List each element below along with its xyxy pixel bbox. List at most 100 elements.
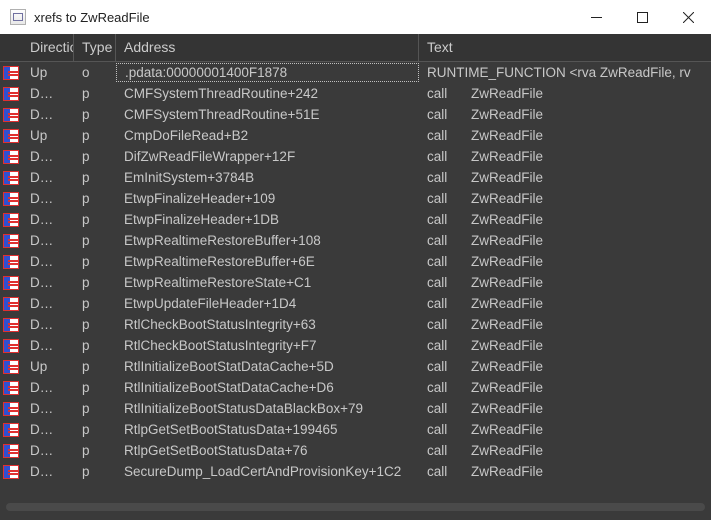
xref-row[interactable]: UppCmpDoFileRead+B2callZwReadFile [0, 125, 711, 146]
cell-text: callZwReadFile [419, 254, 711, 269]
cell-target: ZwReadFile [471, 170, 543, 185]
cell-target: ZwReadFile [471, 422, 543, 437]
cell-address: EtwpFinalizeHeader+109 [116, 191, 419, 206]
cell-direction: D… [22, 422, 74, 437]
cell-type: p [74, 338, 116, 353]
cell-text: callZwReadFile [419, 296, 711, 311]
xref-row[interactable]: D…pRtlpGetSetBootStatusData+76callZwRead… [0, 440, 711, 461]
maximize-button[interactable] [619, 0, 665, 34]
xref-row[interactable]: D…pEtwpUpdateFileHeader+1D4callZwReadFil… [0, 293, 711, 314]
cell-type: p [74, 86, 116, 101]
cell-type: p [74, 275, 116, 290]
xref-row[interactable]: D…pEtwpFinalizeHeader+109callZwReadFile [0, 188, 711, 209]
xref-row[interactable]: D…pEmInitSystem+3784BcallZwReadFile [0, 167, 711, 188]
cell-direction: Up [22, 128, 74, 143]
xref-icon [0, 104, 22, 125]
xref-row[interactable]: D…pEtwpRealtimeRestoreBuffer+108callZwRe… [0, 230, 711, 251]
cell-text: callZwReadFile [419, 149, 711, 164]
xref-row[interactable]: D…pEtwpRealtimeRestoreBuffer+6EcallZwRea… [0, 251, 711, 272]
cell-target: ZwReadFile [471, 317, 543, 332]
cell-type: p [74, 380, 116, 395]
cell-text: callZwReadFile [419, 128, 711, 143]
xref-icon [0, 377, 22, 398]
cell-text: callZwReadFile [419, 317, 711, 332]
titlebar[interactable]: xrefs to ZwReadFile [0, 0, 711, 34]
xref-row[interactable]: D…pCMFSystemThreadRoutine+51EcallZwReadF… [0, 104, 711, 125]
cell-address: RtlpGetSetBootStatusData+199465 [116, 422, 419, 437]
xref-row[interactable]: D…pRtlInitializeBootStatusDataBlackBox+7… [0, 398, 711, 419]
cell-text: callZwReadFile [419, 107, 711, 122]
xref-row[interactable]: D…pRtlpGetSetBootStatusData+199465callZw… [0, 419, 711, 440]
cell-direction: D… [22, 212, 74, 227]
cell-target: ZwReadFile [471, 128, 543, 143]
cell-text: callZwReadFile [419, 212, 711, 227]
column-header-text[interactable]: Text [419, 34, 711, 62]
cell-type: o [74, 65, 116, 80]
cell-target: ZwReadFile [471, 107, 543, 122]
xref-row[interactable]: D…pEtwpRealtimeRestoreState+C1callZwRead… [0, 272, 711, 293]
cell-text: callZwReadFile [419, 275, 711, 290]
cell-target: ZwReadFile [471, 380, 543, 395]
xref-row[interactable]: D…pRtlCheckBootStatusIntegrity+F7callZwR… [0, 335, 711, 356]
xref-row[interactable]: D…pSecureDump_LoadCertAndProvisionKey+1C… [0, 461, 711, 482]
cell-target: ZwReadFile [471, 401, 543, 416]
cell-address: DifZwReadFileWrapper+12F [116, 149, 419, 164]
column-header-icon[interactable] [0, 34, 22, 62]
xref-icon [0, 314, 22, 335]
xref-row[interactable]: D…pEtwpFinalizeHeader+1DBcallZwReadFile [0, 209, 711, 230]
cell-text: callZwReadFile [419, 233, 711, 248]
app-icon [10, 9, 26, 25]
cell-instr: call [427, 275, 471, 290]
cell-address: EtwpRealtimeRestoreBuffer+6E [116, 254, 419, 269]
cell-type: p [74, 233, 116, 248]
xref-row[interactable]: Upo.pdata:00000001400F1878RUNTIME_FUNCTI… [0, 62, 711, 83]
minimize-button[interactable] [573, 0, 619, 34]
cell-type: p [74, 401, 116, 416]
cell-type: p [74, 254, 116, 269]
horizontal-scrollbar[interactable] [6, 500, 705, 514]
cell-target: ZwReadFile [471, 149, 543, 164]
cell-type: p [74, 170, 116, 185]
cell-direction: Up [22, 65, 74, 80]
cell-type: p [74, 359, 116, 374]
cell-address: CmpDoFileRead+B2 [116, 128, 419, 143]
cell-direction: D… [22, 233, 74, 248]
cell-text: callZwReadFile [419, 86, 711, 101]
cell-address: EtwpRealtimeRestoreState+C1 [116, 275, 419, 290]
xref-icon [0, 398, 22, 419]
cell-instr: call [427, 128, 471, 143]
cell-instr: call [427, 443, 471, 458]
cell-address: RtlInitializeBootStatDataCache+5D [116, 359, 419, 374]
cell-instr: call [427, 212, 471, 227]
cell-instr: call [427, 359, 471, 374]
cell-target: ZwReadFile [471, 464, 543, 479]
cell-direction: Up [22, 359, 74, 374]
xref-icon [0, 293, 22, 314]
xref-row[interactable]: D…pRtlInitializeBootStatDataCache+D6call… [0, 377, 711, 398]
xref-row[interactable]: D…pDifZwReadFileWrapper+12FcallZwReadFil… [0, 146, 711, 167]
column-header-type[interactable]: Type [74, 34, 116, 62]
cell-text: callZwReadFile [419, 464, 711, 479]
close-button[interactable] [665, 0, 711, 34]
cell-address: CMFSystemThreadRoutine+51E [116, 107, 419, 122]
cell-address: EmInitSystem+3784B [116, 170, 419, 185]
cell-direction: D… [22, 464, 74, 479]
cell-address: EtwpFinalizeHeader+1DB [116, 212, 419, 227]
cell-text: callZwReadFile [419, 191, 711, 206]
cell-target: ZwReadFile [471, 254, 543, 269]
cell-direction: D… [22, 170, 74, 185]
xref-row[interactable]: D…pRtlCheckBootStatusIntegrity+63callZwR… [0, 314, 711, 335]
xref-row[interactable]: UppRtlInitializeBootStatDataCache+5D call… [0, 356, 711, 377]
xref-icon [0, 125, 22, 146]
cell-target: RUNTIME_FUNCTION <rva ZwReadFile, rv [427, 65, 691, 80]
cell-target: ZwReadFile [471, 275, 543, 290]
cell-target: ZwReadFile [471, 359, 543, 374]
column-header-direction[interactable]: Directio [22, 34, 74, 62]
xref-icon [0, 62, 22, 83]
cell-type: p [74, 464, 116, 479]
cell-direction: D… [22, 191, 74, 206]
xref-row[interactable]: D…pCMFSystemThreadRoutine+242callZwReadF… [0, 83, 711, 104]
cell-address: CMFSystemThreadRoutine+242 [116, 86, 419, 101]
xref-icon [0, 461, 22, 482]
column-header-address[interactable]: Address [116, 34, 419, 62]
